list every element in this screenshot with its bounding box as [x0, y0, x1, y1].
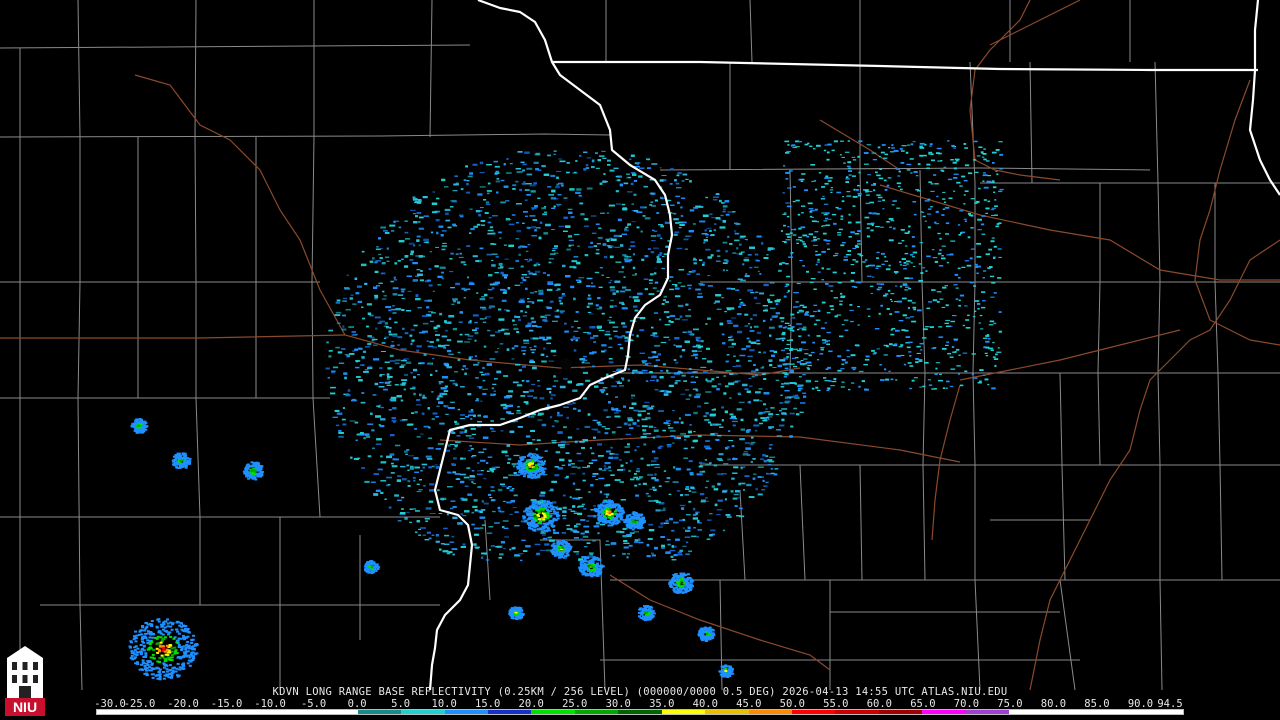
colorbar-segment [878, 710, 923, 714]
colorbar-segment [227, 710, 271, 714]
colorbar-segment [574, 710, 619, 714]
colorbar-segment [487, 710, 532, 714]
colorbar-segment [835, 710, 879, 714]
colorbar-segment [183, 710, 228, 714]
colorbar-segment [705, 710, 749, 714]
dbz-colorbar [96, 709, 1184, 715]
colorbar-segment [661, 710, 706, 714]
radar-map [0, 0, 1280, 691]
colorbar-segment [748, 710, 792, 714]
colorbar-segment [97, 710, 141, 714]
colorbar-segment [314, 710, 358, 714]
colorbar-segment [965, 710, 1010, 714]
colorbar-segment [270, 710, 315, 714]
radar-site-marker [560, 358, 572, 370]
colorbar-segment [1009, 710, 1053, 714]
colorbar-segment [1052, 710, 1097, 714]
colorbar-segment [618, 710, 662, 714]
highway-lines [0, 0, 1280, 691]
colorbar-segment [792, 710, 836, 714]
county-lines [0, 0, 1280, 691]
colorbar-segment [140, 710, 184, 714]
colorbar-segment [444, 710, 488, 714]
product-caption: KDVN LONG RANGE BASE REFLECTIVITY (0.25K… [272, 686, 1008, 698]
colorbar-segment [401, 710, 445, 714]
niu-logo: NIU [5, 646, 45, 716]
niu-logo-text: NIU [13, 699, 37, 715]
colorbar-segment [357, 710, 402, 714]
colorbar-segment [922, 710, 966, 714]
colorbar-segment [1139, 710, 1183, 714]
dbz-scale-labels: -30.0 -25.0 -20.0 -15.0 -10.0 -5.0 0.0 5.0 10.0 1… [94, 698, 1184, 710]
radar-echoes [128, 140, 1004, 681]
colorbar-segment [531, 710, 575, 714]
colorbar-segment [1096, 710, 1140, 714]
